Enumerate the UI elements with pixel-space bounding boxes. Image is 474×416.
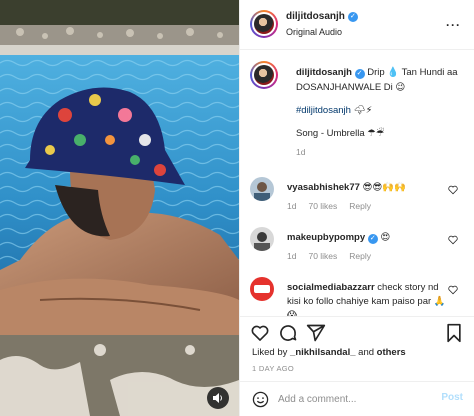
- comment-body: makeupbypompy ✓ 😍: [287, 231, 452, 245]
- droplet-emoji-icon: 💧: [387, 67, 400, 78]
- post-media[interactable]: [0, 0, 239, 416]
- like-comment-heart-icon[interactable]: [448, 185, 458, 195]
- more-horizontal-icon[interactable]: ···: [446, 18, 461, 32]
- bookmark-icon[interactable]: [445, 323, 463, 343]
- liked-by-others[interactable]: others: [377, 347, 406, 358]
- verified-badge-icon: ✓: [367, 234, 378, 244]
- liked-by-user[interactable]: _nikhilsandal_: [290, 347, 355, 358]
- caption-hashtag[interactable]: #diljitdosanjh: [296, 105, 351, 116]
- caption-text-part1: Drip: [367, 67, 385, 78]
- comment-body: socialmediabazzarr check story nd kisi k…: [287, 281, 452, 316]
- post-actions: Liked by _nikhilsandal_ and others 1 DAY…: [240, 316, 474, 388]
- caption-time: 1d: [296, 147, 306, 157]
- author-avatar[interactable]: [250, 10, 278, 38]
- comment-username[interactable]: socialmediabazzarr: [287, 282, 375, 293]
- author-username-text[interactable]: diljitdosanjh: [286, 11, 345, 22]
- liked-by-line: Liked by _nikhilsandal_ and others: [252, 347, 406, 358]
- lightning-emoji-icon: 🌩⚡: [353, 105, 373, 116]
- comment-reply-button[interactable]: Reply: [349, 201, 371, 211]
- comment-avatar[interactable]: [250, 227, 274, 251]
- like-comment-heart-icon[interactable]: [448, 235, 458, 245]
- comment-avatar[interactable]: [250, 277, 274, 301]
- post-photo: [0, 0, 239, 416]
- comment-time: 1d: [287, 201, 297, 211]
- speaker-icon: [213, 393, 222, 403]
- comment-likes[interactable]: 70 likes: [308, 201, 337, 211]
- comment-username[interactable]: makeupbypompy: [287, 232, 365, 243]
- caption-text: diljitdosanjh ✓ Drip 💧 Tan Hundi aa DOSA…: [296, 65, 468, 160]
- comment-meta: 1d 70 likes Reply: [287, 201, 371, 211]
- liked-by-prefix: Liked by: [252, 347, 288, 358]
- comment-emojis: 😎😎🙌🙌: [362, 182, 406, 193]
- post-comment-button[interactable]: Post: [441, 392, 463, 403]
- like-comment-heart-icon[interactable]: [448, 285, 458, 295]
- share-icon[interactable]: [306, 323, 326, 343]
- add-comment-input[interactable]: [278, 390, 433, 408]
- instagram-post-view: diljitdosanjh ✓ Original Audio ··· dilji…: [0, 0, 474, 416]
- comment-meta: 1d 70 likes Reply: [287, 251, 371, 261]
- heart-icon[interactable]: [250, 323, 270, 343]
- caption-avatar[interactable]: [250, 61, 278, 89]
- add-comment-bar: Post: [240, 381, 474, 416]
- liked-by-and: and: [358, 347, 375, 358]
- smirk-emoji-icon: 😉: [395, 82, 406, 93]
- post-date[interactable]: 1 DAY AGO: [252, 364, 294, 373]
- sound-toggle-button[interactable]: [207, 387, 229, 409]
- author-username[interactable]: diljitdosanjh ✓: [286, 11, 358, 22]
- comment-likes[interactable]: 70 likes: [308, 251, 337, 261]
- comment-username[interactable]: vyasabhishek77: [287, 182, 360, 193]
- post-header: diljitdosanjh ✓ Original Audio ···: [240, 0, 474, 50]
- caption-song: Song - Umbrella: [296, 128, 365, 139]
- comment-reply-button[interactable]: Reply: [349, 251, 371, 261]
- comment-icon[interactable]: [278, 323, 298, 343]
- audio-link[interactable]: Original Audio: [286, 27, 342, 37]
- verified-badge-icon: ✓: [347, 11, 358, 22]
- comment-emojis: 😍: [380, 232, 391, 243]
- comment-body: vyasabhishek77 😎😎🙌🙌: [287, 181, 452, 195]
- verified-badge-icon: ✓: [354, 69, 365, 79]
- emoji-icon[interactable]: [252, 391, 269, 408]
- comment-time: 1d: [287, 251, 297, 261]
- comment-avatar[interactable]: [250, 177, 274, 201]
- post-details-panel: diljitdosanjh ✓ Original Audio ··· dilji…: [239, 0, 474, 416]
- comments-list[interactable]: diljitdosanjh ✓ Drip 💧 Tan Hundi aa DOSA…: [240, 51, 474, 316]
- caption-username[interactable]: diljitdosanjh: [296, 67, 352, 78]
- umbrella-emoji-icon: ☂☔: [367, 128, 385, 139]
